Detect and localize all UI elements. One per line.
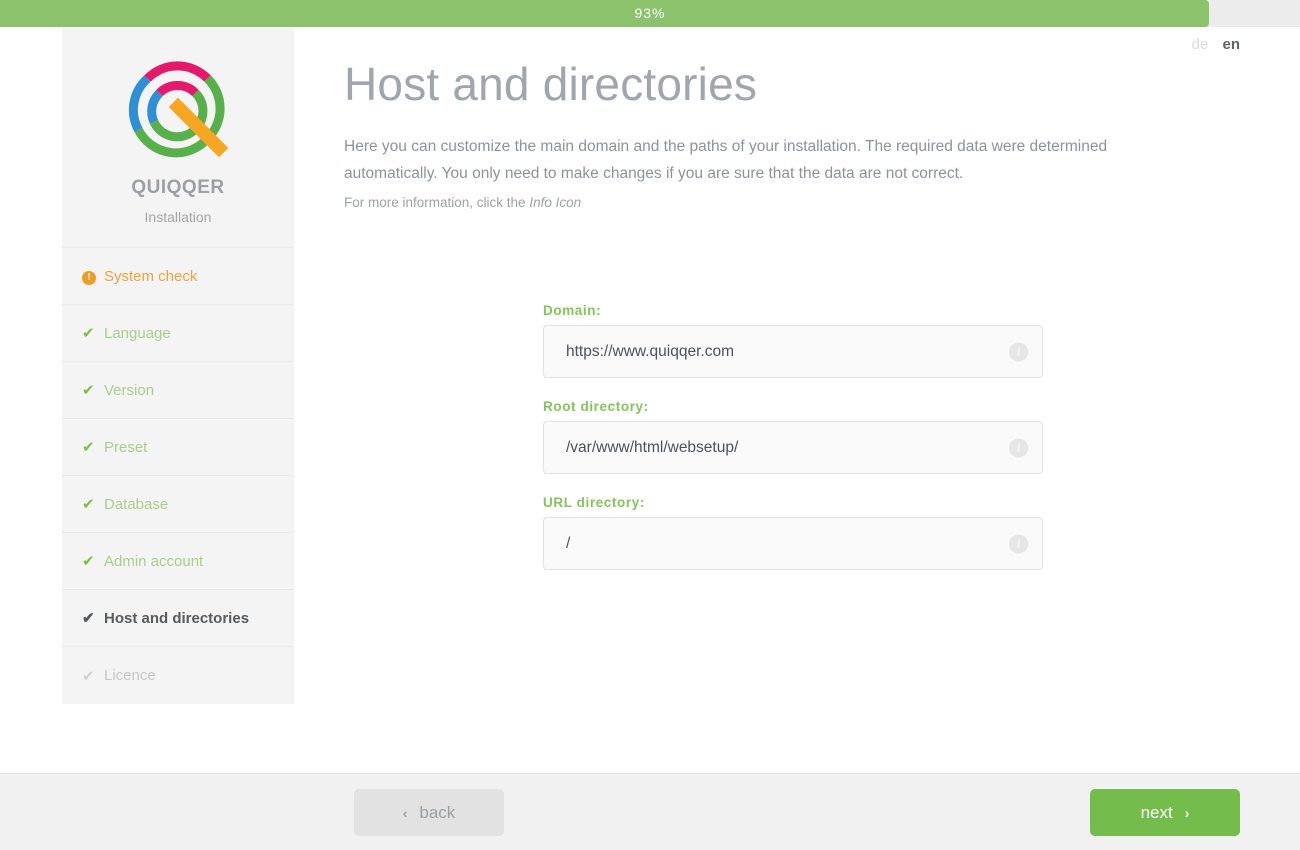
chevron-left-icon: ‹ (402, 804, 408, 821)
field-root-directory: Root directory: i (543, 399, 1043, 474)
check-icon: ✔ (82, 610, 95, 627)
check-icon: ✔ (82, 496, 95, 513)
sidebar-nav: ! System check ✔ Language ✔ Version ✔ Preset ✔ Da… (62, 248, 294, 704)
chevron-right-icon: › (1184, 804, 1190, 821)
warning-badge: ! (82, 271, 96, 285)
check-icon: ✔ (82, 553, 95, 570)
sidebar-item-label: Preset (104, 438, 148, 456)
check-icon: ✔ (82, 325, 95, 342)
sidebar-item-admin-account[interactable]: ✔ Admin account (62, 533, 294, 590)
check-icon: ✔ (82, 382, 95, 399)
progress-bar: 93% (0, 0, 1300, 27)
info-icon[interactable]: i (1009, 534, 1028, 553)
brand-name: QUIQQER (131, 177, 225, 198)
back-button-label: back (419, 802, 456, 822)
sidebar-item-label: System check (104, 267, 198, 285)
brand-block: QUIQQER Installation (62, 27, 294, 248)
sidebar-item-language[interactable]: ✔ Language (62, 305, 294, 362)
sidebar-item-label: Database (104, 495, 169, 513)
sidebar: QUIQQER Installation ! System check ✔ Langu… (62, 27, 294, 704)
sidebar-item-label: Language (104, 324, 171, 342)
sidebar-item-label: Licence (104, 667, 156, 684)
field-input-wrapper-root-directory: i (543, 421, 1043, 474)
sidebar-item-database[interactable]: ✔ Database (62, 476, 294, 533)
progress-percent-label: 93% (634, 5, 666, 21)
info-icon[interactable]: i (1009, 438, 1028, 457)
page-description: Here you can customize the main domain a… (344, 138, 1108, 182)
next-button[interactable]: next › (1090, 789, 1240, 836)
main-content: de en Host and directories Here you can … (294, 27, 1300, 773)
sidebar-item-licence: ✔ Licence (62, 647, 294, 704)
page-title: Host and directories (344, 58, 758, 110)
info-hint: For more information, click the Info Ico… (344, 195, 581, 210)
field-label-root-directory: Root directory: (543, 399, 649, 414)
language-option-de[interactable]: de (1192, 36, 1209, 53)
input-domain[interactable] (566, 342, 1000, 361)
language-switcher: de en (1182, 36, 1240, 53)
quiqqer-logo-icon (128, 61, 229, 158)
field-domain: Domain: i (543, 303, 1043, 378)
sidebar-item-host-and-directories[interactable]: ✔ Host and directories (62, 590, 294, 647)
next-button-label: next (1140, 802, 1173, 822)
sidebar-item-system-check[interactable]: ! System check (62, 248, 294, 305)
sidebar-item-label: Admin account (104, 552, 204, 570)
info-hint-emphasis: Info Icon (529, 195, 582, 210)
warning-circle-icon: ! (82, 267, 104, 285)
check-icon: ✔ (82, 667, 95, 685)
info-hint-prefix: For more information, click the (344, 195, 530, 210)
back-button[interactable]: ‹ back (354, 789, 504, 836)
sidebar-item-preset[interactable]: ✔ Preset (62, 419, 294, 476)
field-input-wrapper-domain: i (543, 325, 1043, 378)
footer-bar: ‹ back next › (0, 773, 1300, 850)
brand-subtitle: Installation (144, 209, 212, 225)
sidebar-item-label: Version (104, 381, 155, 399)
sidebar-item-version[interactable]: ✔ Version (62, 362, 294, 419)
input-root-directory[interactable] (566, 438, 1000, 457)
language-option-en[interactable]: en (1222, 36, 1240, 53)
host-directories-form: Domain: i Root directory: i URL directory: i (543, 303, 1043, 591)
sidebar-item-label: Host and directories (104, 609, 250, 627)
check-icon: ✔ (82, 439, 95, 456)
field-label-domain: Domain: (543, 303, 602, 318)
field-url-directory: URL directory: i (543, 495, 1043, 570)
field-input-wrapper-url-directory: i (543, 517, 1043, 570)
input-url-directory[interactable] (566, 534, 1000, 553)
info-icon[interactable]: i (1009, 342, 1028, 361)
installer-page: QUIQQER Installation ! System check ✔ Langu… (0, 27, 1300, 773)
field-label-url-directory: URL directory: (543, 495, 645, 510)
